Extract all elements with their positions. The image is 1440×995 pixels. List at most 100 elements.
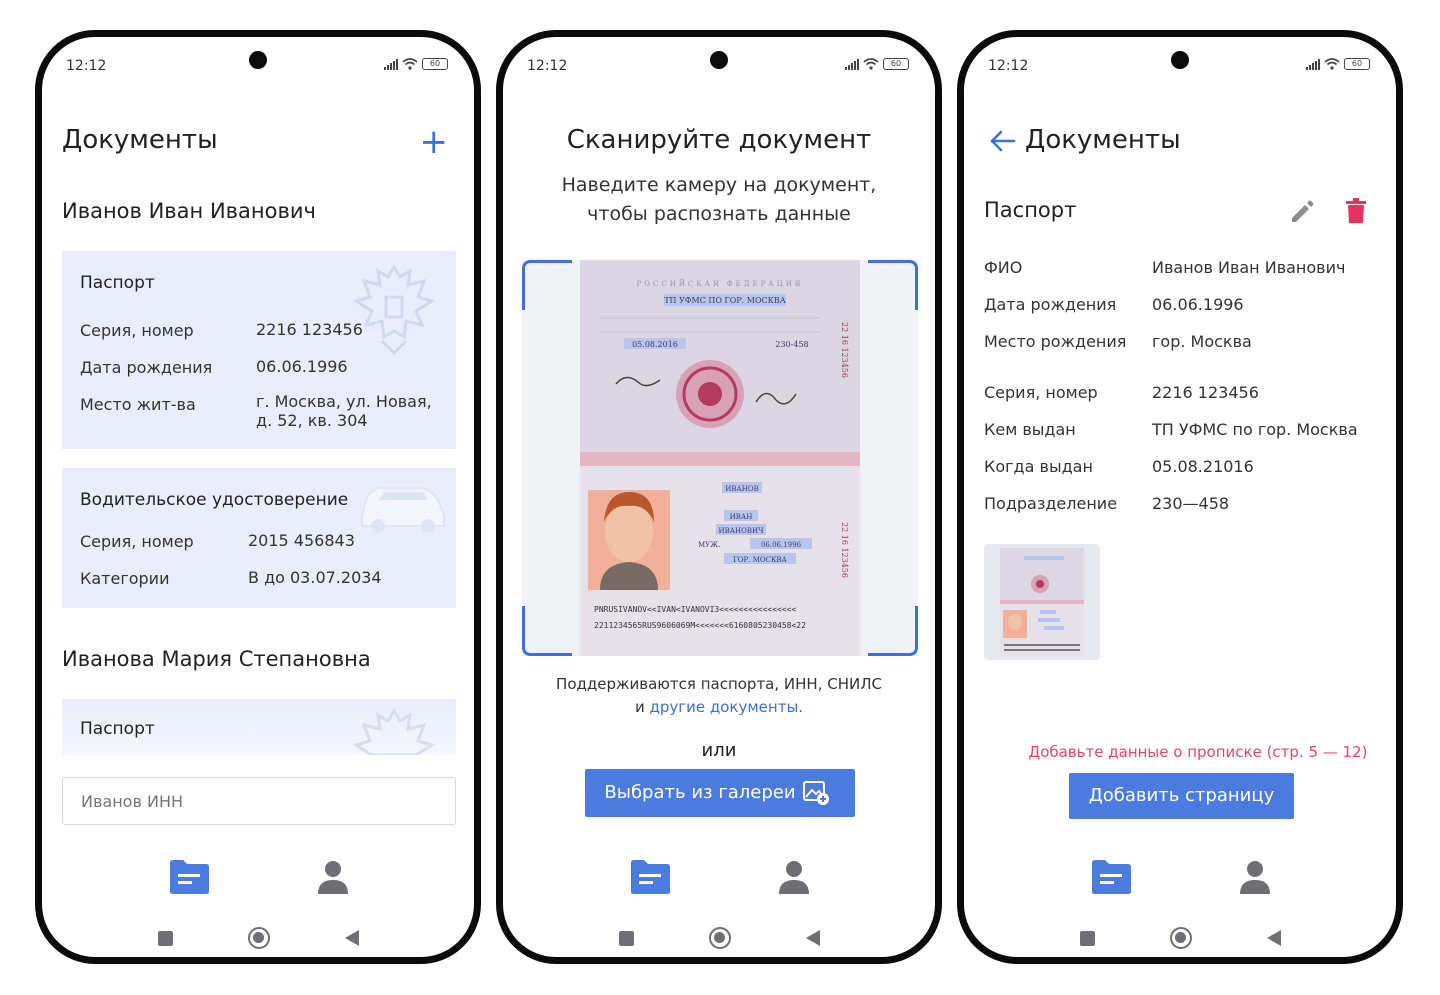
folder-docs-icon[interactable] bbox=[168, 859, 210, 895]
home-nav-icon[interactable] bbox=[709, 927, 731, 949]
signal-icon bbox=[845, 58, 859, 70]
user-icon[interactable] bbox=[1238, 859, 1272, 895]
choose-from-gallery-button[interactable]: Выбрать из галереи bbox=[585, 769, 855, 817]
page-title: Документы bbox=[62, 125, 218, 155]
square-nav-icon[interactable] bbox=[619, 931, 634, 946]
battery-icon: 60 bbox=[1344, 58, 1370, 70]
home-nav-icon[interactable] bbox=[1170, 927, 1192, 949]
phone-scan-document: 12:12 60 Сканируйте документ Наведите ка… bbox=[496, 30, 942, 964]
system-nav-bar bbox=[964, 927, 1396, 951]
other-docs-link[interactable]: другие документы. bbox=[649, 698, 803, 716]
battery-icon: 60 bbox=[883, 58, 909, 70]
frame-corner bbox=[522, 606, 572, 656]
field-value: 06.06.1996 bbox=[256, 357, 348, 376]
field-value: 2216 123456 bbox=[1152, 383, 1259, 402]
field-value: B до 03.07.2034 bbox=[248, 568, 382, 587]
license-card[interactable]: Водительское удостоверение Серия, номер … bbox=[62, 468, 456, 608]
field-label: Серия, номер bbox=[80, 321, 194, 340]
page-title: Сканируйте документ bbox=[566, 125, 872, 155]
frame-corner bbox=[868, 260, 918, 310]
scan-birth-place: ГОР. МОСКВА bbox=[733, 556, 787, 564]
field-label: Дата рождения bbox=[80, 358, 213, 377]
field-label: Серия, номер bbox=[984, 383, 1098, 402]
scan-series-top: 22 16 123456 bbox=[840, 322, 849, 378]
back-nav-icon[interactable] bbox=[806, 930, 820, 946]
scan-name: ИВАН bbox=[730, 513, 753, 521]
status-time: 12:12 bbox=[527, 58, 568, 74]
registration-warning[interactable]: Добавьте данные о прописке (стр. 5 — 12) bbox=[964, 743, 1396, 761]
status-icons: 60 bbox=[845, 58, 909, 70]
field-value: 05.08.21016 bbox=[1152, 457, 1254, 476]
card-title: Паспорт bbox=[80, 719, 155, 739]
scan-surname: ИВАНОВ bbox=[725, 485, 759, 493]
field-value: 2015 456843 bbox=[248, 531, 355, 550]
field-label: Кем выдан bbox=[984, 420, 1076, 439]
front-camera bbox=[710, 51, 728, 69]
back-nav-icon[interactable] bbox=[1267, 930, 1281, 946]
add-page-button[interactable]: Добавить страницу bbox=[1069, 773, 1294, 819]
front-camera bbox=[249, 51, 267, 69]
battery-icon: 60 bbox=[422, 58, 448, 70]
field-value: гор. Москва bbox=[1152, 332, 1252, 351]
wifi-icon bbox=[1324, 58, 1340, 70]
square-nav-icon[interactable] bbox=[1080, 931, 1095, 946]
subtitle-line: Наведите камеру на документ, bbox=[561, 174, 877, 196]
scan-mrz-line1: PNRUSIVANOV<<IVAN<IVANOVI3<<<<<<<<<<<<<<… bbox=[594, 605, 796, 614]
supported-docs-note: Поддерживаются паспорта, ИНН, СНИЛС и др… bbox=[503, 673, 935, 719]
back-nav-icon[interactable] bbox=[345, 930, 359, 946]
card-title: Водительское удостоверение bbox=[80, 490, 349, 510]
search-input[interactable] bbox=[62, 777, 456, 825]
frame-corner bbox=[522, 260, 572, 310]
field-value: Иванов Иван Иванович bbox=[1152, 258, 1346, 277]
passport-thumbnail[interactable] bbox=[984, 544, 1100, 660]
scan-patronymic: ИВАНОВИЧ bbox=[718, 527, 764, 535]
eagle-watermark-icon bbox=[352, 708, 436, 755]
car-watermark-icon bbox=[361, 487, 445, 533]
camera-viewfinder[interactable]: РОССИЙСКАЯ ФЕДЕРАЦИЯ ТП УФМС ПО ГОР. МОС… bbox=[522, 260, 918, 656]
person-name: Иванова Мария Степановна bbox=[62, 647, 371, 671]
scan-sex: МУЖ. bbox=[698, 541, 720, 549]
front-camera bbox=[1171, 51, 1189, 69]
status-icons: 60 bbox=[1306, 58, 1370, 70]
home-nav-icon[interactable] bbox=[248, 927, 270, 949]
passport-card[interactable]: Паспорт bbox=[62, 699, 456, 755]
tab-bar bbox=[503, 853, 935, 903]
system-nav-bar bbox=[42, 927, 474, 951]
field-value: 2216 123456 bbox=[256, 320, 363, 339]
pencil-icon[interactable] bbox=[1289, 199, 1315, 225]
user-icon[interactable] bbox=[316, 859, 350, 895]
passport-scan-image: РОССИЙСКАЯ ФЕДЕРАЦИЯ ТП УФМС ПО ГОР. МОС… bbox=[580, 260, 860, 656]
tab-bar bbox=[964, 853, 1396, 903]
status-time: 12:12 bbox=[66, 58, 107, 74]
field-label: Когда выдан bbox=[984, 457, 1093, 476]
subtitle-line: чтобы распознать данные bbox=[587, 203, 851, 225]
scan-code: 230-458 bbox=[775, 340, 808, 349]
gallery-button-label: Выбрать из галереи bbox=[604, 782, 796, 803]
person-name: Иванов Иван Иванович bbox=[62, 199, 316, 223]
eagle-watermark-icon bbox=[352, 264, 436, 356]
signal-icon bbox=[1306, 58, 1320, 70]
folder-docs-icon[interactable] bbox=[629, 859, 671, 895]
plus-icon[interactable]: + bbox=[420, 125, 449, 159]
scan-birth-date: 06.06.1996 bbox=[761, 541, 802, 549]
scan-country: РОССИЙСКАЯ ФЕДЕРАЦИЯ bbox=[637, 279, 804, 288]
field-label: Категории bbox=[80, 569, 170, 588]
scan-issued-by: ТП УФМС ПО ГОР. МОСКВА bbox=[664, 296, 786, 305]
wifi-icon bbox=[863, 58, 879, 70]
folder-docs-icon[interactable] bbox=[1090, 859, 1132, 895]
tab-bar bbox=[42, 853, 474, 903]
field-value: ТП УФМС по гор. Москва bbox=[1152, 420, 1358, 439]
square-nav-icon[interactable] bbox=[158, 931, 173, 946]
field-label: Место рождения bbox=[984, 332, 1127, 351]
gallery-add-icon bbox=[803, 781, 829, 805]
status-time: 12:12 bbox=[988, 58, 1029, 74]
scan-issue-date: 05.08.2016 bbox=[632, 340, 678, 349]
back-arrow-icon[interactable] bbox=[988, 127, 1016, 155]
trash-icon[interactable] bbox=[1345, 198, 1367, 224]
user-icon[interactable] bbox=[777, 859, 811, 895]
system-nav-bar bbox=[503, 927, 935, 951]
field-value: 230—458 bbox=[1152, 494, 1230, 513]
field-label: Серия, номер bbox=[80, 532, 194, 551]
passport-card[interactable]: Паспорт Серия, номер 2216 123456 Дата ро… bbox=[62, 251, 456, 449]
page-title: Документы bbox=[1025, 125, 1181, 155]
